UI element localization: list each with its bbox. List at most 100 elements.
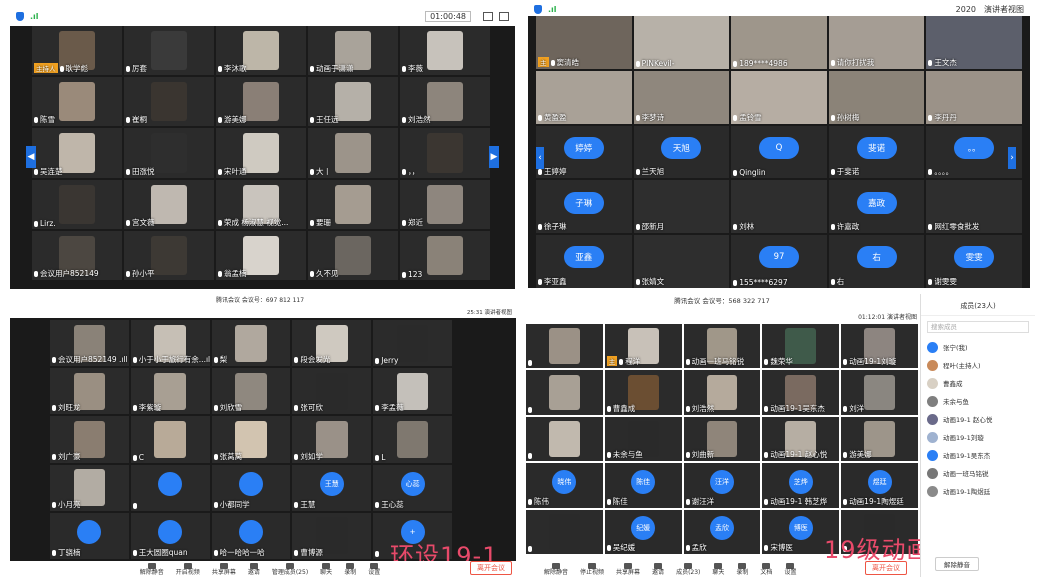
member-row[interactable]: 动画19-1吴东杰	[921, 446, 1035, 464]
participant-tile[interactable]: 宋叶通	[216, 128, 306, 178]
participant-tile[interactable]: 189****4986	[731, 16, 827, 69]
participant-tile[interactable]: 婷婷 王婷婷	[536, 125, 632, 179]
participant-tile[interactable]: 小于小于旅行有余...ıll	[130, 320, 210, 367]
participant-tile[interactable]: 动画19-1刘璇	[841, 324, 918, 369]
speaker-view-button[interactable]: 演讲者视图	[984, 4, 1024, 15]
prev-page-button[interactable]: ‹	[536, 147, 544, 169]
participant-tile[interactable]: 孟欣 孟欣	[683, 509, 761, 554]
participant-tile[interactable]	[526, 370, 603, 415]
control-button[interactable]: 聊天	[712, 562, 724, 576]
control-button[interactable]: 邀请	[652, 562, 664, 576]
member-row[interactable]: 未余与鱼	[921, 392, 1035, 410]
participant-tile[interactable]: 李梦诗	[633, 70, 730, 124]
fullscreen-icon[interactable]	[499, 11, 509, 21]
participant-tile[interactable]: 段会发光	[292, 320, 372, 367]
participant-tile[interactable]: 游美娜	[841, 416, 918, 462]
participant-tile[interactable]: 陈佳 陈佳	[604, 463, 682, 508]
participant-tile[interactable]: PINKevil-	[633, 16, 730, 69]
control-button[interactable]: 设置	[368, 562, 380, 576]
participant-tile[interactable]: 汪洋 谢汪洋	[683, 463, 761, 508]
search-members-input[interactable]: 搜索成员	[927, 321, 1029, 333]
control-button[interactable]: 解除静音	[544, 562, 568, 576]
participant-tile[interactable]: 右右	[828, 235, 925, 288]
participant-tile[interactable]: 主窦清皓	[536, 16, 632, 69]
participant-tile[interactable]: 吴连楚	[32, 128, 122, 178]
control-button[interactable]: 设置	[784, 562, 796, 576]
participant-tile[interactable]: 游美娜	[216, 77, 306, 127]
unmute-all-button[interactable]: 解除静音	[935, 557, 979, 571]
participant-tile[interactable]: 心蕊 王心蕊	[373, 464, 452, 511]
control-button[interactable]: 停止视频	[580, 562, 604, 576]
participant-tile[interactable]: 王文杰	[926, 16, 1022, 69]
participant-tile[interactable]	[130, 464, 210, 511]
participant-tile[interactable]: 刘旺龙	[50, 368, 129, 415]
participant-tile[interactable]: L	[373, 416, 452, 463]
participant-tile[interactable]: 荣成 杨淑慧 视觉...	[216, 179, 306, 229]
participant-tile[interactable]: 会议用户852149 .ıll	[50, 320, 129, 367]
participant-tile[interactable]: 天旭 兰天旭	[633, 125, 730, 179]
control-button[interactable]: 成员(23)	[676, 562, 700, 576]
participant-tile[interactable]: 张莴莴	[211, 416, 291, 463]
member-row[interactable]: 动画19-1 赵心悦	[921, 410, 1035, 428]
participant-tile[interactable]: 刘林	[731, 180, 827, 234]
speaker-view-button[interactable]: 演讲者视图	[887, 314, 917, 321]
participant-tile[interactable]: 斐诺 于斐诺	[828, 125, 925, 179]
participant-tile[interactable]: 宫文薇	[124, 179, 214, 229]
control-button[interactable]: 解除静音	[140, 562, 164, 576]
participant-tile[interactable]: 未余与鱼	[604, 416, 682, 462]
participant-tile[interactable]: 嘉政 许嘉政	[828, 180, 925, 234]
participant-tile[interactable]: 曹鑫成	[604, 370, 682, 415]
participant-tile[interactable]: 李紫璇	[130, 368, 210, 415]
participant-tile[interactable]: 刘广豪	[50, 416, 129, 463]
participant-tile[interactable]: 曹博源	[292, 512, 372, 559]
member-row[interactable]: 程叶(主持人)	[921, 356, 1035, 374]
participant-tile[interactable]: 刘曲新	[683, 416, 761, 462]
participant-tile[interactable]: 翁孟楠	[216, 230, 306, 280]
participant-tile[interactable]: 小都同学	[211, 464, 291, 511]
speaker-view-button[interactable]: 演讲者视图	[484, 310, 512, 316]
participant-tile[interactable]	[526, 416, 603, 462]
control-button[interactable]: 录制	[736, 562, 748, 576]
prev-page-button[interactable]: ◀	[26, 146, 36, 168]
participant-tile[interactable]: 会议用户852149	[32, 230, 122, 280]
participant-tile[interactable]: 子琳 徐子琳	[536, 180, 632, 234]
participant-tile[interactable]: 刘如学	[292, 416, 372, 463]
participant-tile[interactable]: 王任远	[308, 77, 398, 127]
member-row[interactable]: 张宁(我)	[921, 338, 1035, 356]
participant-tile[interactable]: 网红零食批发	[926, 180, 1022, 234]
participant-tile[interactable]: 孙小平	[124, 230, 214, 280]
participant-tile[interactable]: Lirz.	[32, 179, 122, 229]
participant-tile[interactable]: C	[130, 416, 210, 463]
next-page-button[interactable]: ›	[1008, 147, 1016, 169]
participant-tile[interactable]: 动画19-1吴东杰	[762, 370, 840, 415]
participant-tile[interactable]: 97 155****6297	[731, 235, 827, 288]
participant-tile[interactable]: 张可欣	[292, 368, 372, 415]
participant-tile[interactable]: 雯雯 谢雯雯	[926, 235, 1022, 288]
participant-tile[interactable]: 魏荣华	[762, 324, 840, 369]
participant-tile[interactable]: 梨	[211, 320, 291, 367]
participant-tile[interactable]: 晓伟 陈伟	[526, 463, 603, 508]
control-button[interactable]: 开启视频	[176, 562, 200, 576]
control-button[interactable]: 文档	[760, 562, 772, 576]
participant-tile[interactable]: 黄盈盈	[536, 70, 632, 124]
participant-tile[interactable]: 李沐歌	[216, 26, 306, 76]
participant-tile[interactable]: 孟铃雪	[731, 70, 827, 124]
leave-meeting-button[interactable]: 离开会议	[470, 561, 512, 575]
participant-tile[interactable]: 久不见	[308, 230, 398, 280]
participant-tile[interactable]: 动画一班马铭锐	[683, 324, 761, 369]
participant-tile[interactable]: 李孟薇	[373, 368, 452, 415]
participant-tile[interactable]	[526, 324, 603, 369]
member-row[interactable]: 动画一班马铭锐	[921, 464, 1035, 482]
next-page-button[interactable]: ▶	[489, 146, 499, 168]
participant-tile[interactable]: 大丨	[308, 128, 398, 178]
participant-tile[interactable]: 刘浩然	[400, 77, 490, 127]
control-button[interactable]: 邀请	[248, 562, 260, 576]
participant-tile[interactable]: 请你打扰我	[828, 16, 925, 69]
member-row[interactable]: 曹鑫成	[921, 374, 1035, 392]
participant-tile[interactable]: Jerry	[373, 320, 452, 367]
participant-tile[interactable]: 张婧文	[633, 235, 730, 288]
participant-tile[interactable]: 动画于潇潇	[308, 26, 398, 76]
participant-tile[interactable]: ，，	[400, 128, 490, 178]
participant-tile[interactable]: 主程洋	[604, 324, 682, 369]
participant-tile[interactable]: Q Qinglin	[731, 125, 827, 179]
